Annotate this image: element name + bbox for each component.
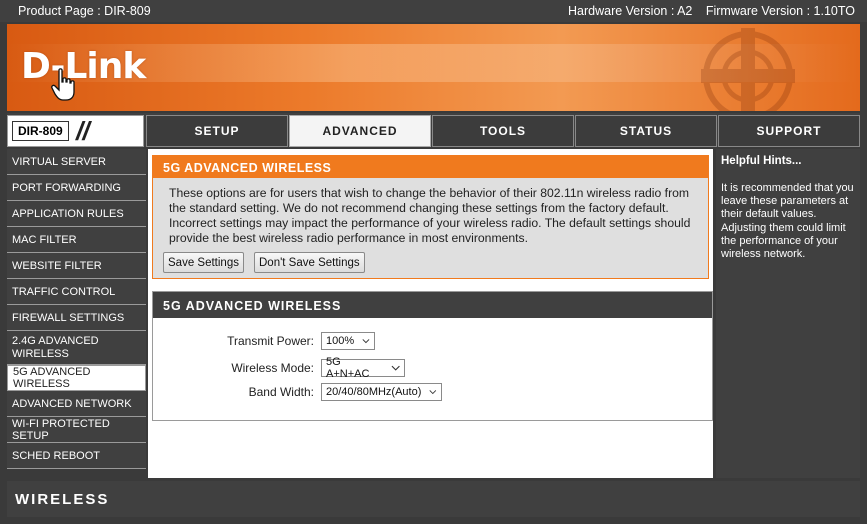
tab-advanced[interactable]: ADVANCED <box>289 115 431 147</box>
band-width-label: Band Width: <box>248 385 314 399</box>
transmit-power-select[interactable]: 100% <box>321 332 375 350</box>
sidebar-item-website-filter[interactable]: WEBSITE FILTER <box>7 253 146 279</box>
band-width-row: Band Width: 20/40/80MHz(Auto) <box>153 383 442 401</box>
tab-status[interactable]: STATUS <box>575 115 717 147</box>
settings-title: 5G ADVANCED WIRELESS <box>153 292 712 318</box>
chevron-down-icon <box>429 390 437 395</box>
transmit-power-label: Transmit Power: <box>227 334 314 348</box>
sidebar-item-virtual-server[interactable]: VIRTUAL SERVER <box>7 149 146 175</box>
settings-section: 5G ADVANCED WIRELESS Transmit Power: 100… <box>152 291 713 421</box>
version-info: Hardware Version : A2 Firmware Version :… <box>568 4 855 18</box>
band-width-value: 20/40/80MHz(Auto) <box>326 386 422 398</box>
footer-bar: WIRELESS <box>7 481 860 517</box>
slashes-decoration: / / <box>76 116 90 146</box>
footer-wireless-label: WIRELESS <box>15 491 110 508</box>
dont-save-settings-button[interactable]: Don't Save Settings <box>254 252 365 273</box>
dlink-logo: D-Link <box>21 46 146 87</box>
hints-body: It is recommended that you leave these p… <box>721 182 854 261</box>
band-width-select[interactable]: 20/40/80MHz(Auto) <box>321 383 442 401</box>
transmit-power-row: Transmit Power: 100% <box>153 332 375 350</box>
tab-tools[interactable]: TOOLS <box>432 115 574 147</box>
product-page-label: Product Page : DIR-809 <box>18 4 151 18</box>
model-label: DIR-809 <box>12 121 69 141</box>
save-settings-button[interactable]: Save Settings <box>163 252 244 273</box>
tab-setup[interactable]: SETUP <box>146 115 288 147</box>
sidebar-item-mac-filter[interactable]: MAC FILTER <box>7 227 146 253</box>
sidebar: VIRTUAL SERVER PORT FORWARDING APPLICATI… <box>7 149 146 469</box>
wireless-mode-label: Wireless Mode: <box>231 361 314 375</box>
intro-section: 5G ADVANCED WIRELESS These options are f… <box>152 155 709 279</box>
sidebar-item-sched-reboot[interactable]: SCHED REBOOT <box>7 443 146 469</box>
sidebar-item-firewall-settings[interactable]: FIREWALL SETTINGS <box>7 305 146 331</box>
main-content: 5G ADVANCED WIRELESS These options are f… <box>148 149 713 478</box>
sidebar-item-advanced-network[interactable]: ADVANCED NETWORK <box>7 391 146 417</box>
top-info-bar: Product Page : DIR-809 Hardware Version … <box>0 0 867 22</box>
tab-support[interactable]: SUPPORT <box>718 115 860 147</box>
hints-title: Helpful Hints... <box>721 155 802 167</box>
intro-title: 5G ADVANCED WIRELESS <box>153 156 708 178</box>
sidebar-item-application-rules[interactable]: APPLICATION RULES <box>7 201 146 227</box>
sidebar-item-port-forwarding[interactable]: PORT FORWARDING <box>7 175 146 201</box>
hand-pointer-icon <box>51 68 75 101</box>
chevron-down-icon <box>362 339 370 344</box>
sidebar-item-traffic-control[interactable]: TRAFFIC CONTROL <box>7 279 146 305</box>
helpful-hints-panel: Helpful Hints... It is recommended that … <box>716 149 860 478</box>
watermark-emblem-icon <box>701 28 795 111</box>
intro-description: These options are for users that wish to… <box>169 186 691 245</box>
wireless-mode-value: 5G A+N+AC <box>326 356 370 380</box>
wireless-mode-select[interactable]: 5G A+N+AC <box>321 356 405 380</box>
sidebar-item-5g-advanced-wireless[interactable]: 5G ADVANCED WIRELESS <box>7 365 146 391</box>
main-nav: DIR-809 / / SETUP ADVANCED TOOLS STATUS … <box>7 113 860 147</box>
model-box: DIR-809 / / <box>7 115 144 147</box>
hardware-version: Hardware Version : A2 <box>568 4 693 18</box>
transmit-power-value: 100% <box>326 335 355 347</box>
wireless-mode-row: Wireless Mode: 5G A+N+AC <box>153 356 405 380</box>
chevron-down-icon <box>391 365 400 371</box>
sidebar-item-24g-advanced-wireless[interactable]: 2.4G ADVANCED WIRELESS <box>7 331 146 365</box>
brand-banner: D-Link <box>7 24 860 111</box>
sidebar-item-wifi-protected-setup[interactable]: WI-FI PROTECTED SETUP <box>7 417 146 443</box>
firmware-version: Firmware Version : 1.10TO <box>705 4 855 18</box>
